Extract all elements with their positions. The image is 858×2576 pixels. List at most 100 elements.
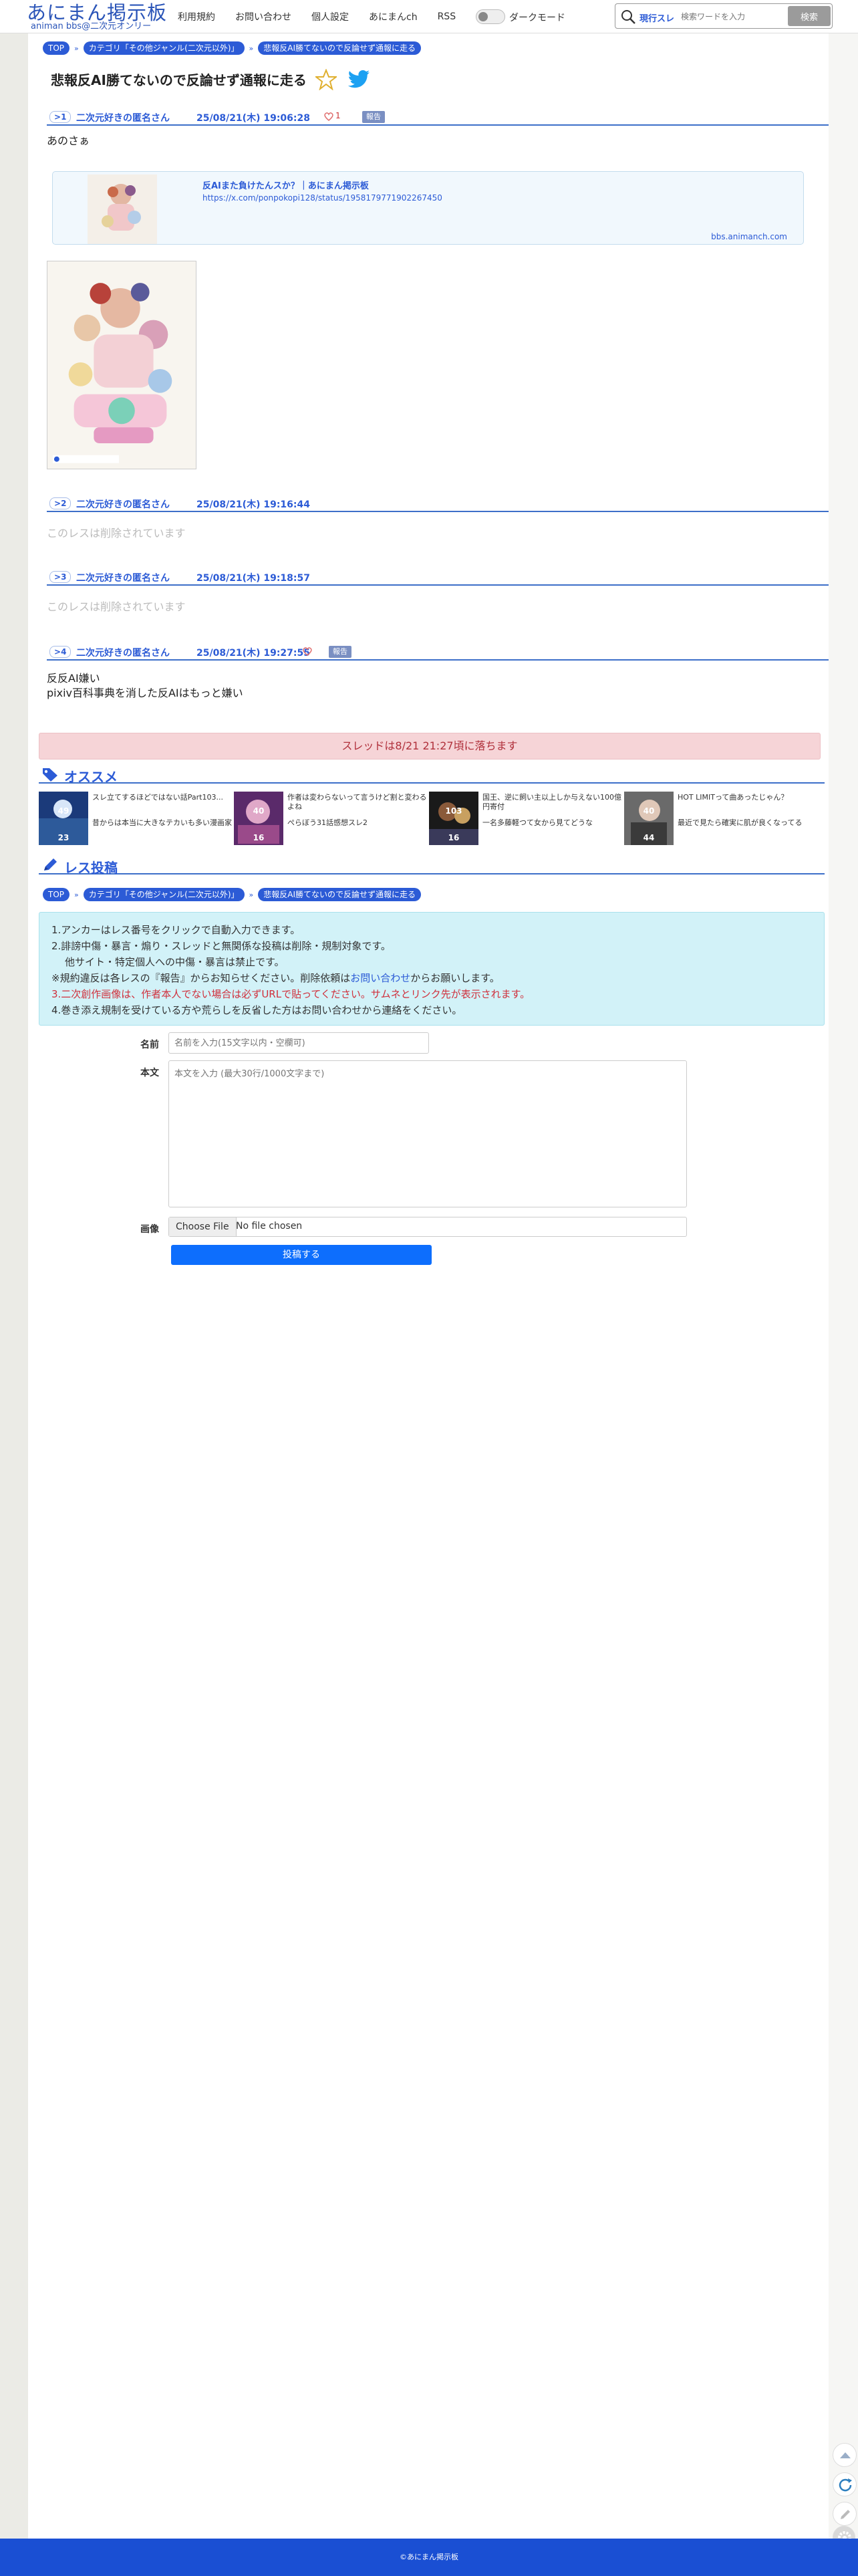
recommend-title-link[interactable]: 国王、逆に飼い主以上しか与えない100億円寄付	[482, 793, 623, 812]
link-url: https://x.com/ponpokopi128/status/195817…	[202, 193, 442, 203]
write-button[interactable]	[833, 2502, 857, 2526]
nav-rss[interactable]: RSS	[438, 11, 456, 22]
breadcrumb-top[interactable]: TOP	[43, 41, 70, 55]
rule-text: ※規約違反は各レスの『報告』からお知らせください。削除依頼は	[51, 972, 351, 984]
rule-line: 3.二次創作画像は、作者本人でない場合は必ずURLで貼ってください。サムネとリン…	[51, 988, 531, 1000]
reply-count: 103	[445, 806, 462, 816]
thread-title: 悲報反AI勝てないので反論せず通報に走る	[51, 72, 307, 88]
breadcrumb-thread[interactable]: 悲報反AI勝てないので反論せず通報に走る	[258, 888, 421, 901]
post-author: 二次元好きの匿名さん	[76, 573, 170, 584]
post-date: 25/08/21(木) 19:27:55	[196, 648, 310, 659]
post-header: >3 二次元好きの匿名さん 25/08/21(木) 19:18:57	[47, 570, 829, 586]
post-form-header: レス投稿	[39, 856, 825, 876]
reply-count: 16	[448, 833, 460, 842]
recommend-title-link[interactable]: 作者は変わらないって言うけど割と変わるよね	[287, 793, 428, 812]
image-label: 画像	[140, 1224, 159, 1235]
rule-line: 1.アンカーはレス番号をクリックで自動入力できます。	[51, 924, 301, 936]
like-heart-icon[interactable]	[302, 646, 313, 657]
pencil-icon	[841, 2510, 850, 2519]
link-domain: bbs.animanch.com	[711, 232, 787, 241]
rule-line: ※規約違反は各レスの『報告』からお知らせください。削除依頼はお問い合わせからお願…	[51, 970, 812, 986]
rule-line: 2.誹謗中傷・暴言・煽り・スレッドと無関係な投稿は削除・規制対象です。	[51, 940, 391, 952]
like-heart-icon[interactable]	[323, 111, 334, 122]
post-header: >2 二次元好きの匿名さん 25/08/21(木) 19:16:44	[47, 496, 829, 512]
scroll-top-button[interactable]	[833, 2443, 857, 2467]
search-button[interactable]: 検索	[788, 6, 831, 26]
post-date: 25/08/21(木) 19:16:44	[196, 499, 310, 510]
post-header: >1 二次元好きの匿名さん 25/08/21(木) 19:06:28 1 報告	[47, 110, 829, 126]
breadcrumb-top[interactable]: TOP	[43, 888, 70, 901]
breadcrumb: TOP » カテゴリ「その他ジャンル(二次元以外)」 » 悲報反AI勝てないので…	[43, 888, 421, 901]
post-author: 二次元好きの匿名さん	[76, 113, 170, 124]
reload-button[interactable]	[833, 2472, 857, 2496]
post-date: 25/08/21(木) 19:06:28	[196, 113, 310, 124]
thread-expiry-notice: スレッドは8/21 21:27頃に落ちます	[39, 733, 821, 759]
post-author: 二次元好きの匿名さん	[76, 499, 170, 510]
site-logo[interactable]: あにまん掲示板 animan bbs@二次元オンリー	[27, 1, 167, 32]
breadcrumb-separator: »	[74, 890, 79, 899]
recommend-title-link[interactable]: 最近で見たら確実に肌が良くなってる	[678, 818, 818, 828]
post-body-line: pixiv百科事典を消した反AIはもっと嫌い	[47, 687, 243, 699]
post-author: 二次元好きの匿名さん	[76, 648, 170, 659]
recommend-item[interactable]: 49 23 スレ立てするほどではない話Part103... 昔からは本当に大きな…	[39, 792, 233, 845]
reply-count: 49	[57, 806, 69, 816]
post-number[interactable]: >3	[49, 571, 72, 583]
recommend-item[interactable]: 40 44 HOT LIMITって曲あったじゃん？ 最近で見たら確実に肌が良くな…	[624, 792, 818, 845]
post-form-title: レス投稿	[64, 860, 118, 876]
recommend-title-link[interactable]: スレ立てするほどではない話Part103...	[92, 793, 233, 802]
link-thumbnail	[88, 174, 157, 244]
report-button[interactable]: 報告	[329, 646, 351, 658]
post-body-line: 反反AI嫌い	[47, 672, 100, 685]
pencil-icon	[44, 858, 57, 870]
favorite-star-icon[interactable]	[315, 69, 337, 90]
breadcrumb-category[interactable]: カテゴリ「その他ジャンル(二次元以外)」	[83, 888, 245, 901]
recommend-title-link[interactable]: 昔からは本当に大きなテカいも多い漫画家	[92, 818, 233, 828]
recommend-header: オススメ	[39, 765, 825, 785]
nav-contact[interactable]: お問い合わせ	[235, 10, 291, 23]
rule-text: からお願いします。	[410, 972, 500, 984]
reply-count: 40	[643, 806, 655, 816]
reply-count: 40	[253, 806, 265, 816]
body-textarea[interactable]	[168, 1060, 687, 1207]
body-label: 本文	[140, 1068, 159, 1078]
reply-count: 23	[57, 833, 69, 842]
post-header: >4 二次元好きの匿名さん 25/08/21(木) 19:27:55 報告	[47, 645, 829, 661]
search-icon	[621, 10, 635, 24]
link-preview-card[interactable]: 反AIまた負けたんスか？｜あにまん掲示板 https://x.com/ponpo…	[52, 171, 804, 245]
contact-link[interactable]: お問い合わせ	[350, 972, 410, 984]
posting-rules-notice: 1.アンカーはレス番号をクリックで自動入力できます。 2.誹謗中傷・暴言・煽り・…	[39, 912, 825, 1026]
report-button[interactable]: 報告	[362, 111, 385, 123]
breadcrumb-category[interactable]: カテゴリ「その他ジャンル(二次元以外)」	[83, 41, 245, 55]
post-number[interactable]: >1	[49, 111, 72, 123]
toggle-knob	[478, 12, 488, 21]
dark-mode-toggle[interactable]	[476, 9, 505, 24]
search-input[interactable]	[681, 8, 781, 25]
search-box: 現行スレ 検索	[615, 3, 833, 29]
submit-post-button[interactable]: 投稿する	[171, 1245, 432, 1265]
twitter-share-icon[interactable]	[347, 70, 370, 90]
breadcrumb-thread[interactable]: 悲報反AI勝てないので反論せず通報に走る	[258, 41, 421, 55]
nav-settings[interactable]: 個人設定	[311, 10, 349, 23]
post-number[interactable]: >4	[49, 646, 72, 658]
breadcrumb-separator: »	[249, 890, 254, 899]
image-file-input[interactable]: Choose File No file chosen	[168, 1217, 687, 1237]
name-field[interactable]	[168, 1032, 429, 1054]
post-body: あのさぁ	[47, 134, 90, 147]
nav-animanch[interactable]: あにまんch	[369, 10, 418, 23]
post-image[interactable]	[47, 261, 196, 469]
recommend-title: オススメ	[64, 769, 118, 785]
recommend-item[interactable]: 40 16 作者は変わらないって言うけど割と変わるよね ぺらぼう31話感想スレ2	[234, 792, 428, 845]
breadcrumb-separator: »	[249, 43, 254, 53]
breadcrumb: TOP » カテゴリ「その他ジャンル(二次元以外)」 » 悲報反AI勝てないので…	[43, 41, 421, 55]
search-scope-select[interactable]: 現行スレ	[639, 11, 674, 24]
recommend-title-link[interactable]: 一名多藤軽つて女から見てどうな	[482, 818, 623, 828]
right-margin	[829, 33, 858, 2539]
link-title: 反AIまた負けたんスか？｜あにまん掲示板	[202, 181, 369, 191]
post-number[interactable]: >2	[49, 497, 72, 509]
nav-terms[interactable]: 利用規約	[178, 10, 215, 23]
rule-line: 4.巻き添え規制を受けている方や荒らしを反省した方はお問い合わせから連絡をくださ…	[51, 1004, 462, 1016]
choose-file-button[interactable]: Choose File	[169, 1217, 237, 1236]
recommend-title-link[interactable]: ぺらぼう31話感想スレ2	[287, 818, 428, 828]
recommend-item[interactable]: 103 16 国王、逆に飼い主以上しか与えない100億円寄付 一名多藤軽つて女か…	[429, 792, 623, 845]
recommend-title-link[interactable]: HOT LIMITって曲あったじゃん？	[678, 793, 818, 802]
